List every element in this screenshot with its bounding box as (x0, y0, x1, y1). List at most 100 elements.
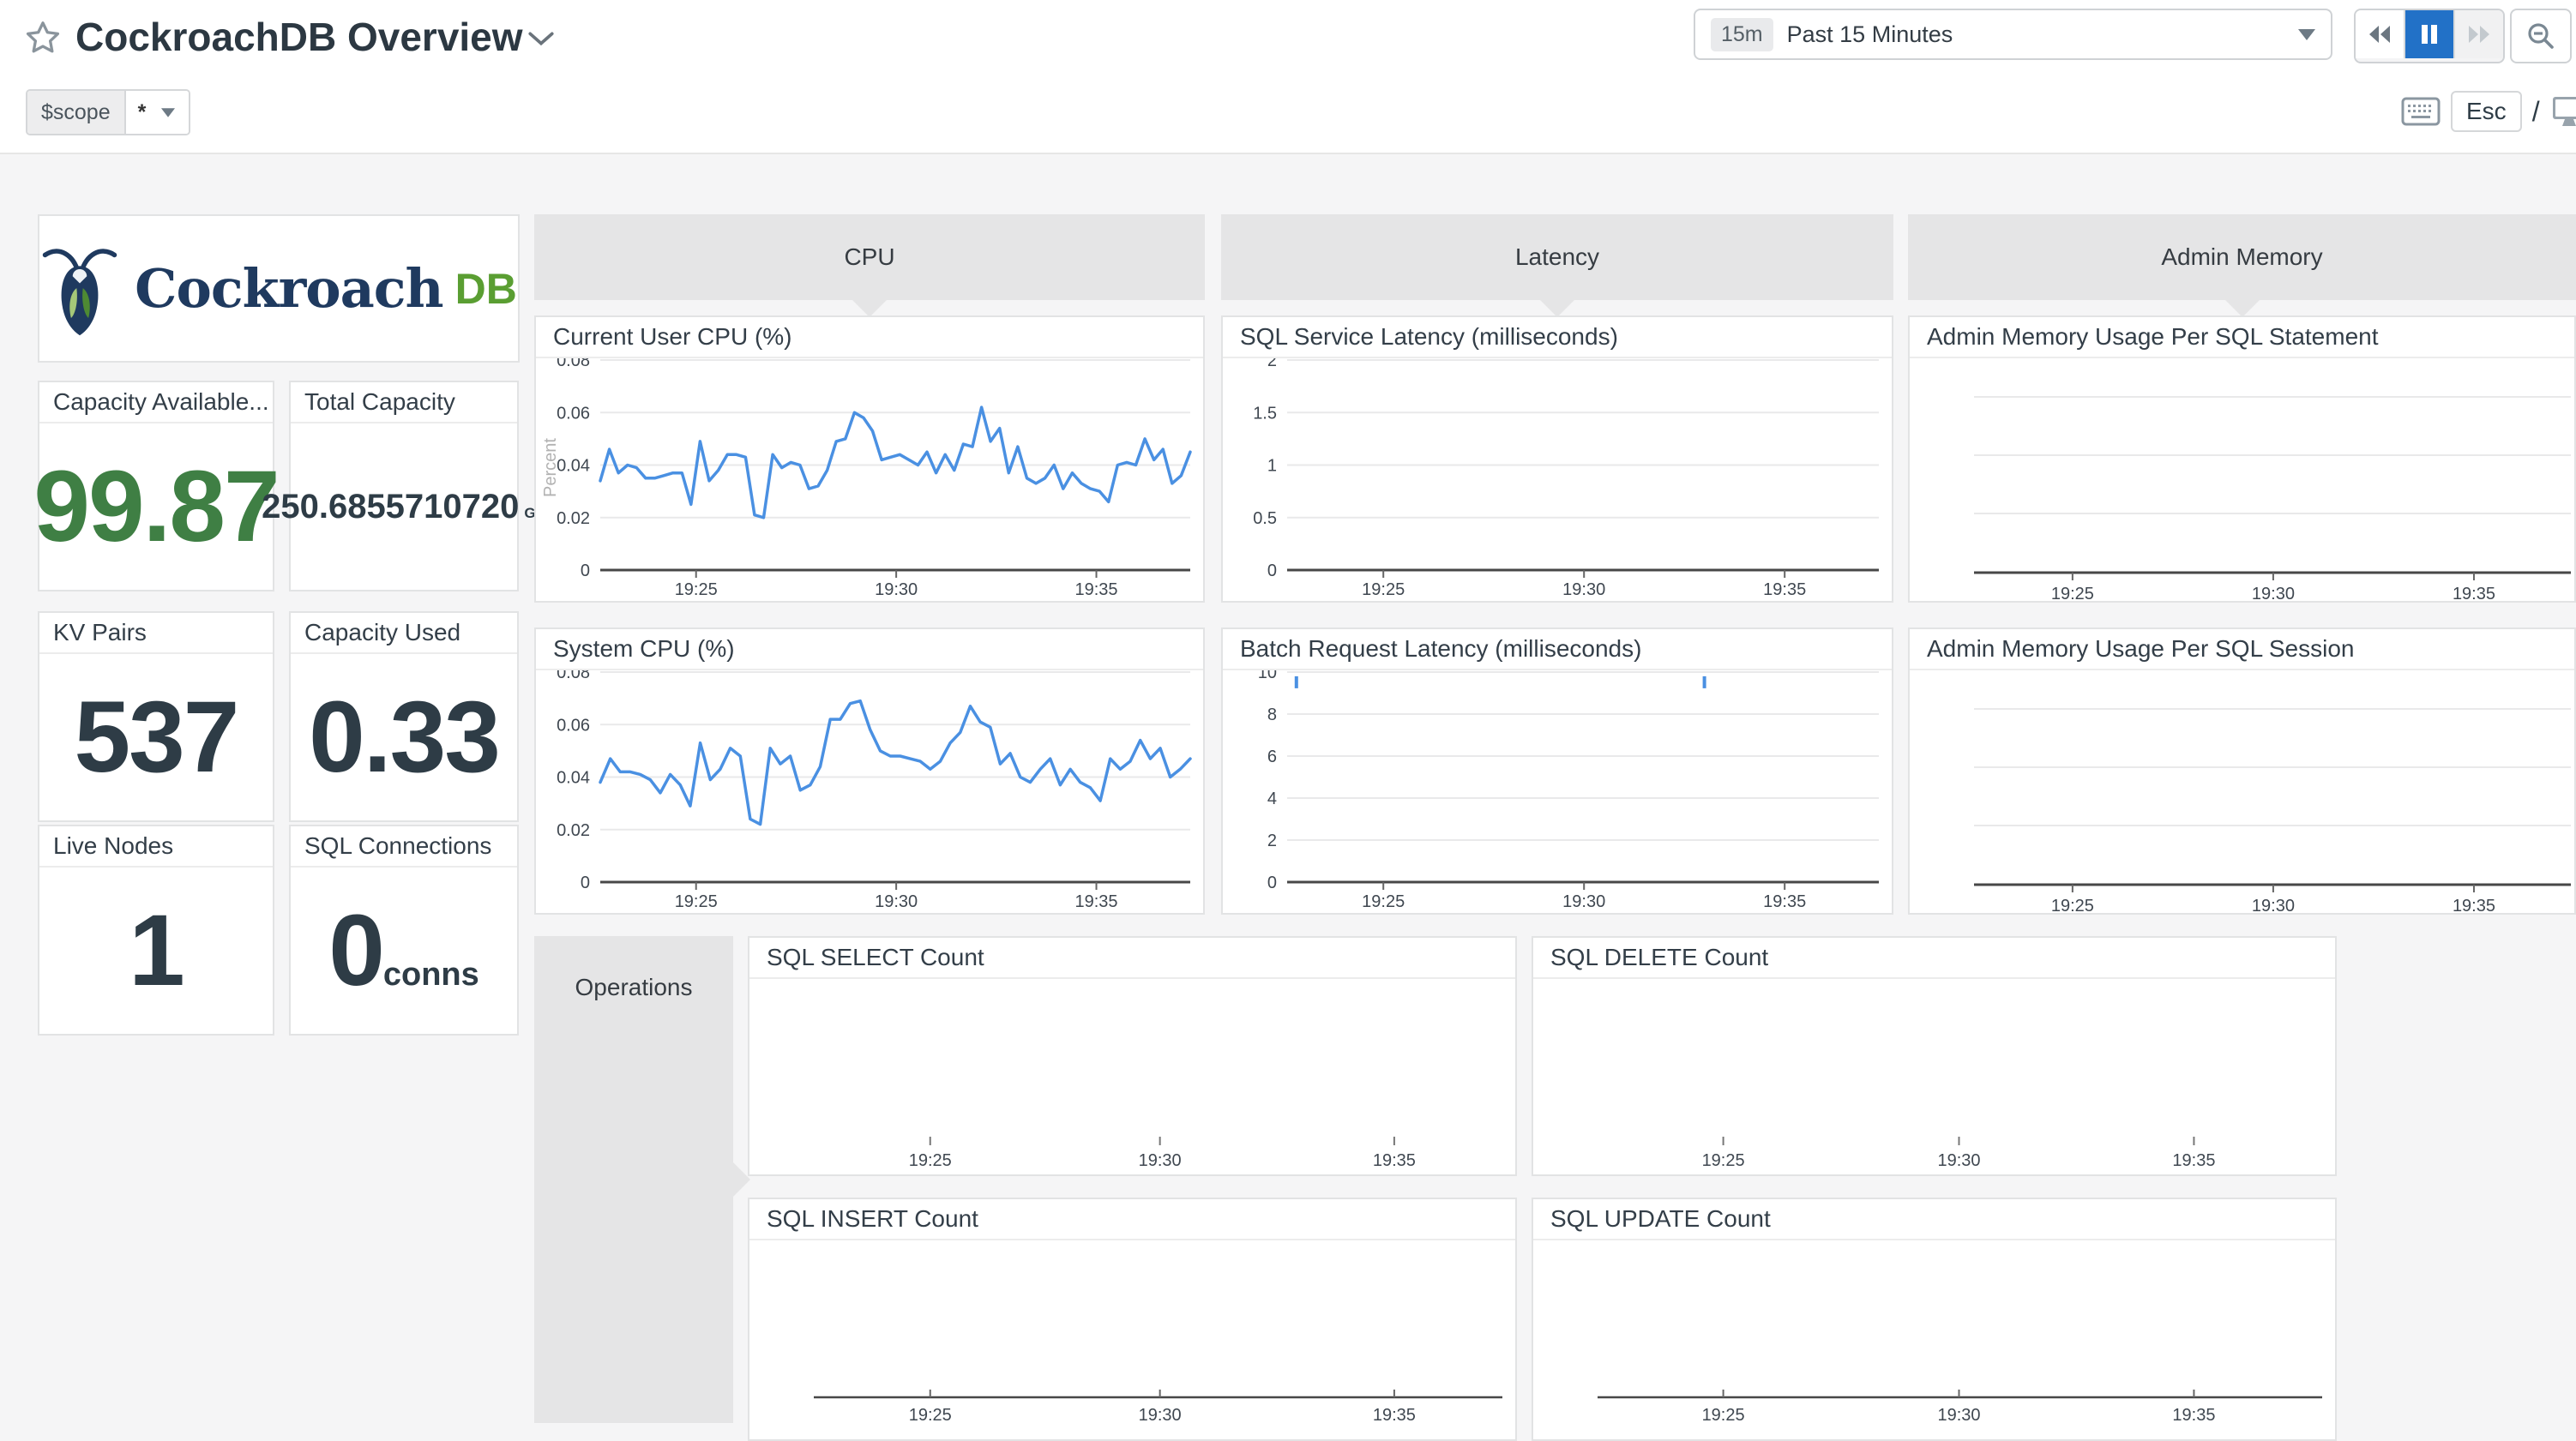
svg-text:19:30: 19:30 (1139, 1151, 1182, 1170)
stat-live-nodes[interactable]: Live Nodes 1 (38, 825, 274, 1036)
svg-text:19:30: 19:30 (1937, 1151, 1980, 1170)
template-variable-name: $scope (27, 91, 126, 134)
group-label: CPU (844, 243, 894, 271)
stat-sql-connections[interactable]: SQL Connections 0conns (289, 825, 519, 1036)
tv-mode-icon[interactable] (2550, 94, 2576, 129)
svg-text:0: 0 (581, 874, 590, 892)
group-label: Operations (534, 974, 733, 1001)
stat-total-capacity[interactable]: Total Capacity 250.6855710720GB (289, 381, 519, 591)
svg-text:0: 0 (1267, 561, 1277, 580)
pause-button[interactable] (2405, 10, 2455, 58)
chart-title: Admin Memory Usage Per SQL Session (1910, 629, 2574, 670)
esc-button[interactable]: Esc (2451, 91, 2522, 132)
shortcut-row: Esc / (2401, 89, 2576, 134)
svg-text:19:30: 19:30 (1937, 1406, 1980, 1425)
svg-text:19:30: 19:30 (1139, 1406, 1182, 1425)
group-notch (1538, 298, 1576, 317)
chart-sql-service-latency[interactable]: SQL Service Latency (milliseconds) 00.51… (1221, 315, 1893, 603)
chart-sql-insert-count[interactable]: SQL INSERT Count 19:2519:3019:35 (748, 1198, 1517, 1441)
stat-capacity-used[interactable]: Capacity Used 0.33 (289, 611, 519, 822)
svg-text:19:25: 19:25 (2051, 585, 2094, 601)
svg-text:0: 0 (581, 561, 590, 580)
svg-text:8: 8 (1267, 705, 1277, 724)
chart-sql-delete-count[interactable]: SQL DELETE Count 19:2519:3019:35 (1532, 936, 2337, 1176)
chart-admin-memory-per-sql-statement[interactable]: Admin Memory Usage Per SQL Statement 19:… (1908, 315, 2576, 603)
chart-system-cpu[interactable]: System CPU (%) 00.020.040.060.0819:2519:… (534, 627, 1205, 915)
svg-text:19:25: 19:25 (909, 1406, 952, 1425)
chart-batch-request-latency[interactable]: Batch Request Latency (milliseconds) 024… (1221, 627, 1893, 915)
group-header-latency[interactable]: Latency (1221, 214, 1893, 300)
favorite-star-icon[interactable] (24, 19, 62, 57)
svg-text:19:35: 19:35 (1373, 1406, 1416, 1425)
svg-text:19:35: 19:35 (2172, 1151, 2215, 1170)
svg-text:19:30: 19:30 (2252, 897, 2295, 913)
cockroachdb-logo-widget: Cockroach DB (38, 214, 520, 363)
svg-text:0.02: 0.02 (557, 509, 590, 528)
stat-unit: conns (383, 957, 479, 994)
chart-title: SQL Service Latency (milliseconds) (1223, 317, 1892, 358)
svg-text:19:35: 19:35 (2453, 585, 2495, 601)
chart-current-user-cpu[interactable]: Current User CPU (%) Percent00.020.040.0… (534, 315, 1205, 603)
playback-controls (2354, 9, 2505, 63)
stat-title: Live Nodes (39, 826, 273, 868)
stat-title: Capacity Used (291, 613, 517, 654)
group-header-admin-memory[interactable]: Admin Memory (1908, 214, 2576, 300)
template-variable-value: * (138, 100, 147, 125)
svg-text:2: 2 (1267, 358, 1277, 370)
chart-sql-select-count[interactable]: SQL SELECT Count 19:25 19:30 19:35 (748, 936, 1517, 1176)
group-header-cpu[interactable]: CPU (534, 214, 1205, 300)
stat-value: 250.6855710720 (262, 488, 519, 526)
svg-text:0.08: 0.08 (557, 670, 590, 682)
svg-text:19:25: 19:25 (909, 1151, 952, 1170)
svg-text:19:25: 19:25 (1362, 892, 1405, 911)
svg-text:19:35: 19:35 (1074, 892, 1117, 911)
time-range-badge: 15m (1711, 18, 1773, 51)
chart-title: Current User CPU (%) (536, 317, 1203, 358)
time-range-selector[interactable]: 15m Past 15 Minutes (1694, 9, 2332, 60)
chart-title: SQL SELECT Count (749, 938, 1515, 979)
stat-capacity-available[interactable]: Capacity Available... 99.87 (38, 381, 274, 591)
stat-value: 0.33 (309, 679, 499, 796)
template-variable-scope[interactable]: $scope * (26, 89, 190, 135)
stat-title: SQL Connections (291, 826, 517, 868)
stat-title: KV Pairs (39, 613, 273, 654)
title-dropdown-chevron-icon[interactable] (527, 29, 556, 48)
svg-text:19:30: 19:30 (875, 892, 918, 911)
svg-text:19:35: 19:35 (1074, 580, 1117, 599)
stat-title: Capacity Available... (39, 382, 273, 423)
svg-text:19:25: 19:25 (1702, 1406, 1745, 1425)
svg-text:19:35: 19:35 (2453, 897, 2495, 913)
logo-wordmark: Cockroach (135, 257, 442, 320)
page-title[interactable]: CockroachDB Overview (75, 14, 523, 60)
stat-title: Total Capacity (291, 382, 517, 423)
svg-text:19:25: 19:25 (1702, 1151, 1745, 1170)
svg-text:10: 10 (1258, 670, 1277, 682)
svg-text:19:30: 19:30 (875, 580, 918, 599)
stat-value: 99.87 (33, 448, 278, 565)
svg-text:0.04: 0.04 (557, 457, 590, 476)
svg-text:19:25: 19:25 (1362, 580, 1405, 599)
svg-text:19:35: 19:35 (2172, 1406, 2215, 1425)
group-notch (851, 298, 888, 317)
stat-kv-pairs[interactable]: KV Pairs 537 (38, 611, 274, 822)
pause-icon (2419, 23, 2440, 45)
svg-text:1: 1 (1267, 457, 1277, 476)
chart-sql-update-count[interactable]: SQL UPDATE Count 19:2519:3019:35 (1532, 1198, 2337, 1441)
group-label: Admin Memory (2161, 243, 2322, 271)
group-header-operations[interactable]: Operations (534, 936, 733, 1423)
chart-title: System CPU (%) (536, 629, 1203, 670)
keyboard-icon[interactable] (2401, 97, 2441, 126)
top-bar: CockroachDB Overview 15m Past 15 Minutes (0, 0, 2576, 154)
svg-text:0.08: 0.08 (557, 358, 590, 370)
zoom-out-button[interactable] (2510, 9, 2572, 63)
rewind-button[interactable] (2356, 10, 2405, 58)
svg-text:19:30: 19:30 (1562, 892, 1605, 911)
svg-text:19:25: 19:25 (675, 892, 718, 911)
chart-title: Batch Request Latency (milliseconds) (1223, 629, 1892, 670)
svg-text:19:25: 19:25 (675, 580, 718, 599)
svg-text:19:35: 19:35 (1373, 1151, 1416, 1170)
cockroachdb-logo-icon (40, 238, 119, 339)
chart-admin-memory-per-sql-session[interactable]: Admin Memory Usage Per SQL Session 19:25… (1908, 627, 2576, 915)
time-range-label: Past 15 Minutes (1787, 21, 1953, 48)
fast-forward-button[interactable] (2455, 10, 2503, 58)
